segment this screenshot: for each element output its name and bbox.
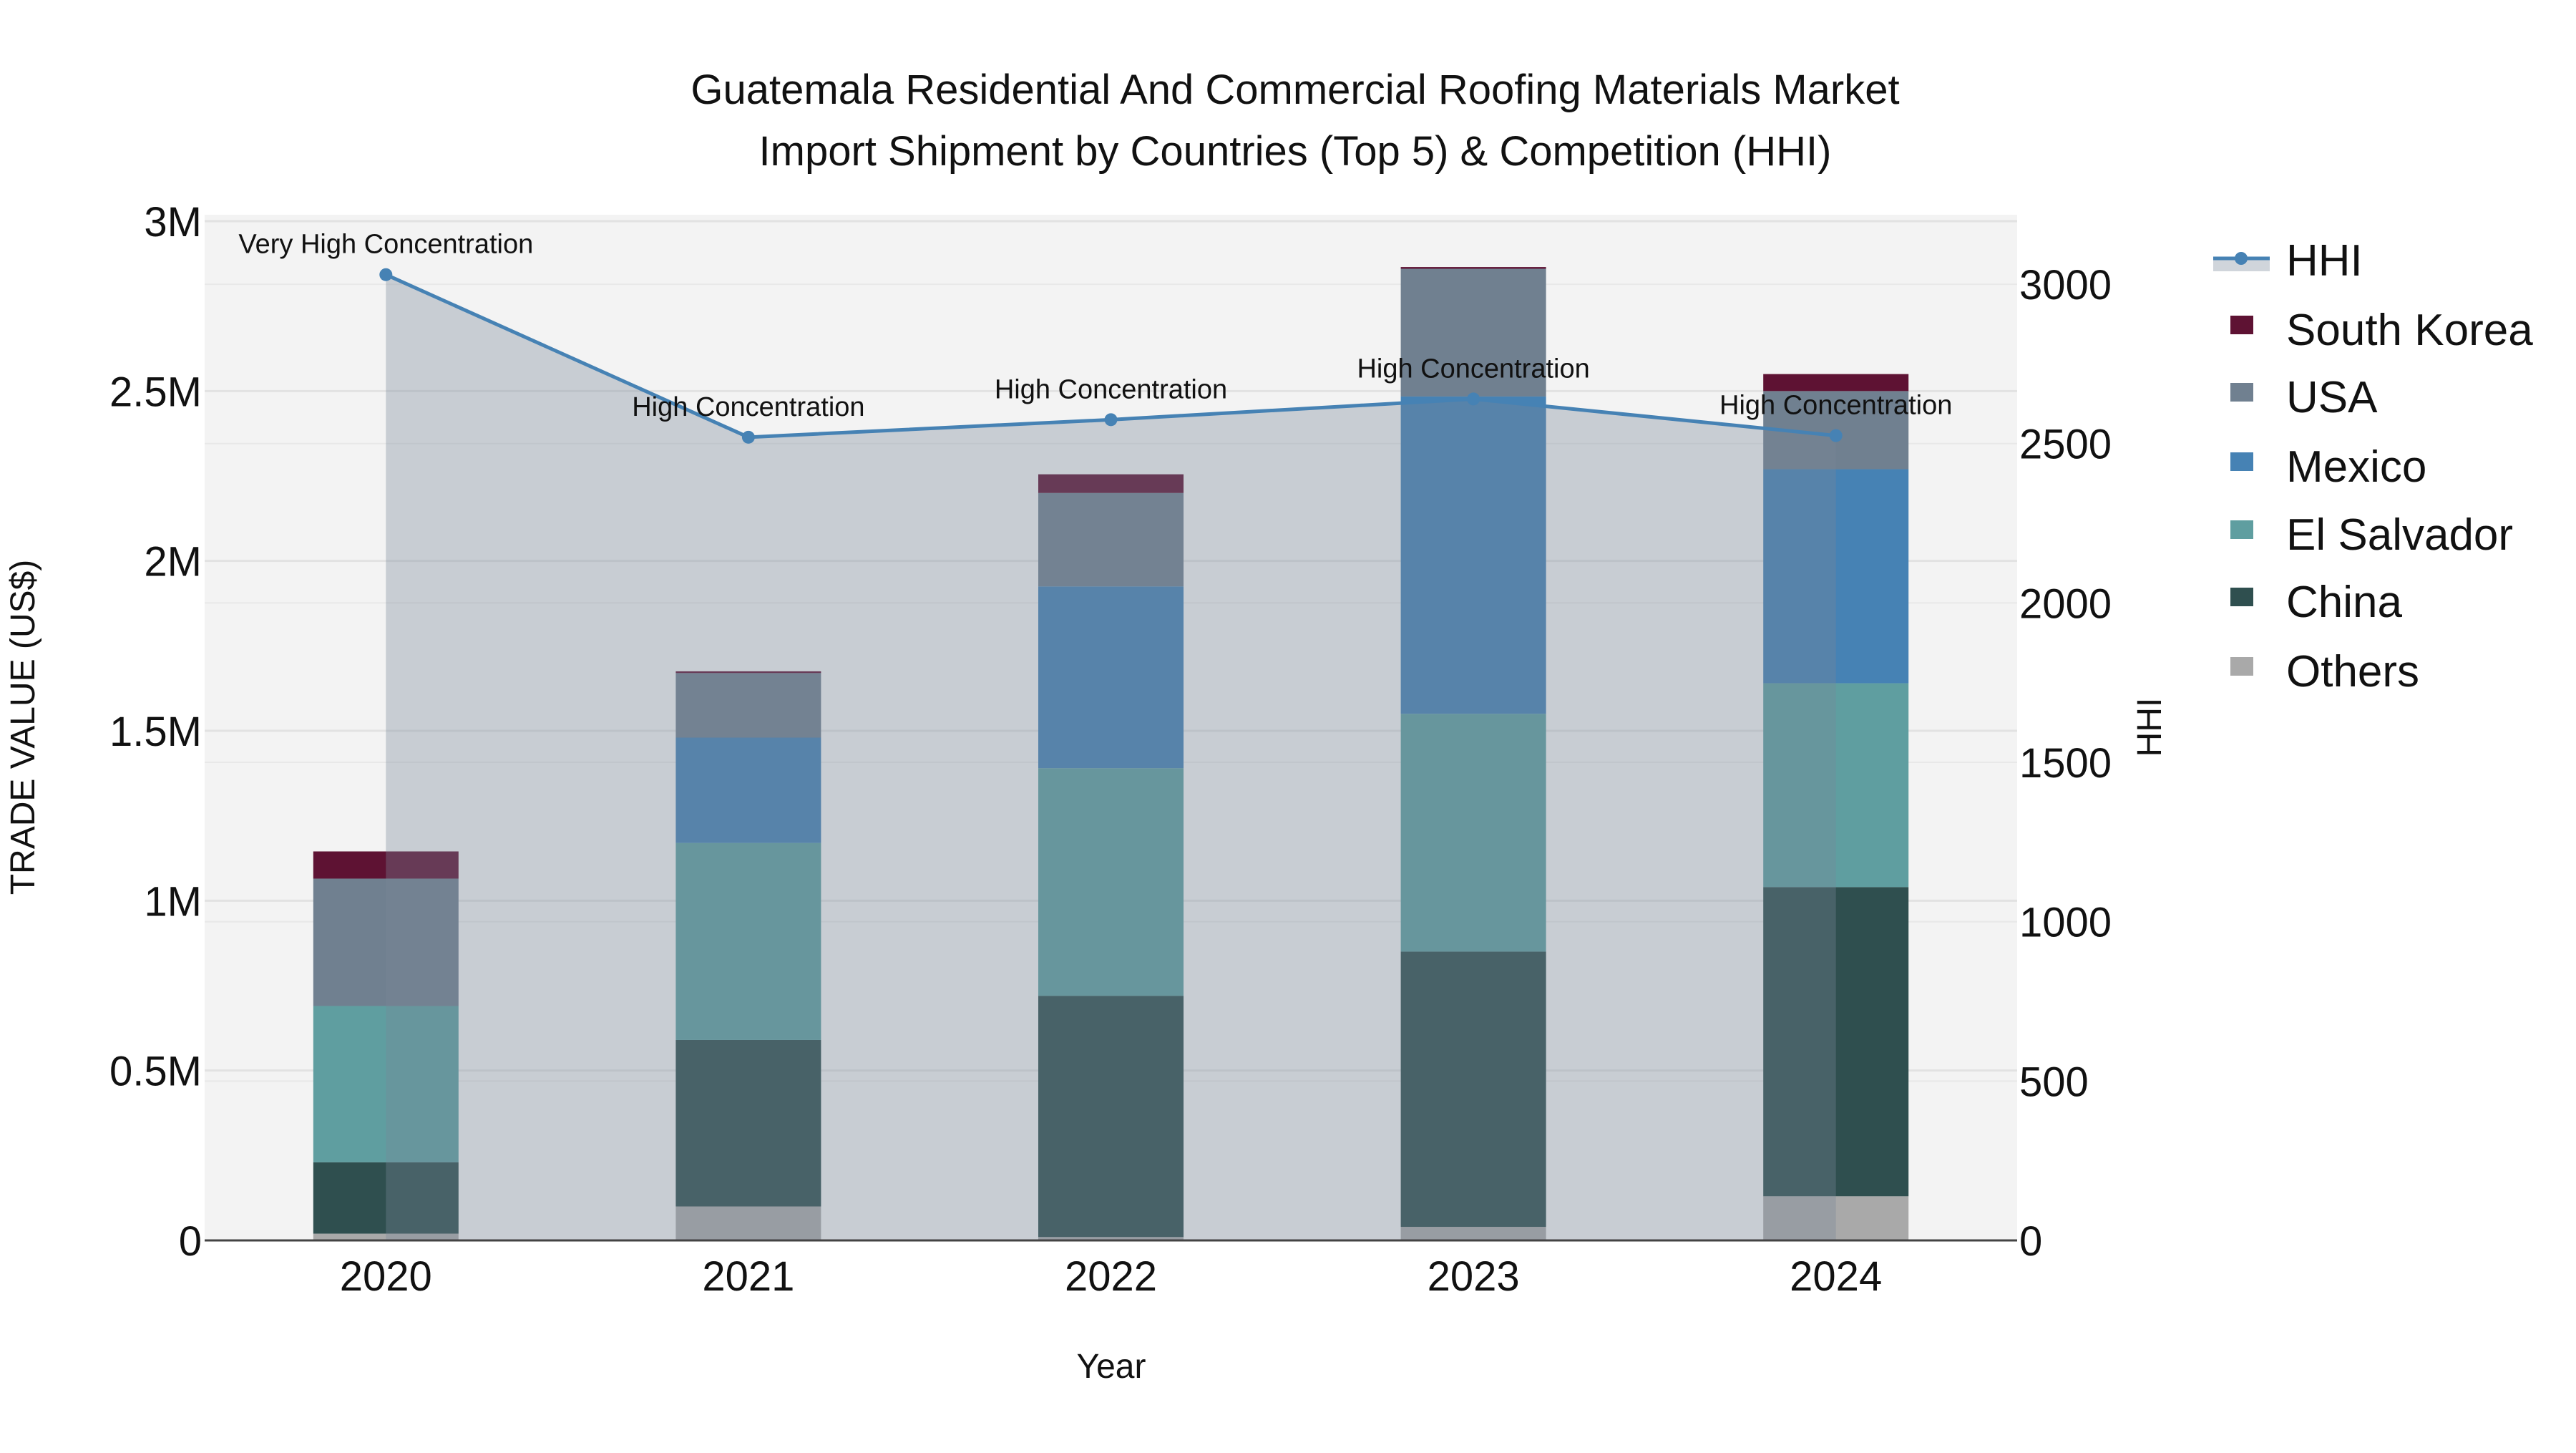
bar-south-korea-2023 — [1400, 267, 1546, 269]
legend-swatch — [2230, 452, 2253, 471]
x-tick-label: 2022 — [1065, 1253, 1157, 1300]
y-tick-label: 0.5M — [109, 1049, 202, 1095]
hhi-annotation-2024: High Concentration — [1719, 391, 1952, 421]
y2-tick-label: 2000 — [2019, 580, 2112, 627]
legend-swatch — [2230, 316, 2253, 334]
hhi-point-2024 — [1829, 429, 1843, 442]
hhi-annotation-2020: Very High Concentration — [238, 230, 533, 260]
legend-item-south-korea: South Korea — [2230, 306, 2533, 355]
legend-item-el-salvador: El Salvador — [2230, 510, 2513, 560]
legend-swatch — [2230, 383, 2253, 402]
legend: HHI South Korea USA Mexico El Salvador China O… — [2213, 236, 2533, 696]
legend-item-mexico: Mexico — [2230, 442, 2426, 492]
x-axis-title: Year — [1077, 1348, 1146, 1386]
hhi-annotation-2022: High Concentration — [995, 374, 1227, 404]
hhi-point-2021 — [741, 430, 755, 444]
chart-title-line2: Import Shipment by Countries (Top 5) & C… — [759, 128, 1832, 175]
y2-tick-label: 1500 — [2019, 740, 2112, 787]
y2-tick-label: 0 — [2019, 1218, 2042, 1265]
legend-item-china: China — [2230, 578, 2403, 627]
y-tick-label: 0 — [179, 1218, 202, 1265]
legend-swatch — [2230, 588, 2253, 606]
hhi-point-2020 — [379, 268, 393, 281]
legend-item-others: Others — [2230, 647, 2419, 696]
legend-label: Others — [2286, 647, 2419, 696]
x-axis-ticks: 2020 2021 2022 2023 2024 — [340, 1253, 1882, 1300]
legend-swatch — [2230, 520, 2253, 539]
legend-item-usa: USA — [2230, 373, 2378, 422]
legend-swatch — [2230, 657, 2253, 676]
x-tick-label: 2023 — [1428, 1253, 1520, 1300]
legend-label: USA — [2286, 373, 2378, 422]
legend-hhi-marker — [2235, 252, 2248, 265]
y2-tick-label: 1000 — [2019, 900, 2112, 946]
chart-title-line1: Guatemala Residential And Commercial Roo… — [691, 67, 1899, 113]
legend-item-hhi: HHI — [2213, 236, 2363, 286]
x-tick-label: 2021 — [702, 1253, 794, 1300]
legend-label: El Salvador — [2286, 510, 2513, 560]
legend-label: China — [2286, 578, 2403, 627]
y-axis-title: TRADE VALUE (US$) — [4, 560, 42, 895]
legend-label: HHI — [2286, 236, 2363, 286]
legend-label: Mexico — [2286, 442, 2426, 492]
bar-south-korea-2024 — [1763, 374, 1909, 392]
y2-tick-label: 3000 — [2019, 262, 2112, 308]
y2-tick-label: 500 — [2019, 1059, 2089, 1105]
y2-axis-title: HHI — [2131, 698, 2169, 757]
y-tick-label: 1M — [144, 878, 202, 925]
y-tick-label: 3M — [144, 199, 202, 246]
x-tick-label: 2020 — [340, 1253, 432, 1300]
y-tick-label: 2M — [144, 539, 202, 585]
y2-tick-label: 2500 — [2019, 422, 2112, 468]
hhi-point-2023 — [1467, 392, 1480, 406]
y-axis-ticks: 0 0.5M 1M 1.5M 2M 2.5M 3M — [109, 199, 202, 1265]
x-tick-label: 2024 — [1790, 1253, 1882, 1300]
hhi-annotation-2021: High Concentration — [632, 392, 864, 422]
chart: Very High Concentration High Concentratio… — [4, 67, 2533, 1386]
y-tick-label: 1.5M — [109, 709, 202, 755]
hhi-point-2022 — [1104, 413, 1118, 427]
y2-axis-ticks: 0 500 1000 1500 2000 2500 3000 — [2019, 262, 2112, 1265]
legend-label: South Korea — [2286, 306, 2533, 355]
hhi-annotation-2023: High Concentration — [1357, 354, 1589, 384]
y-tick-label: 2.5M — [109, 369, 202, 415]
